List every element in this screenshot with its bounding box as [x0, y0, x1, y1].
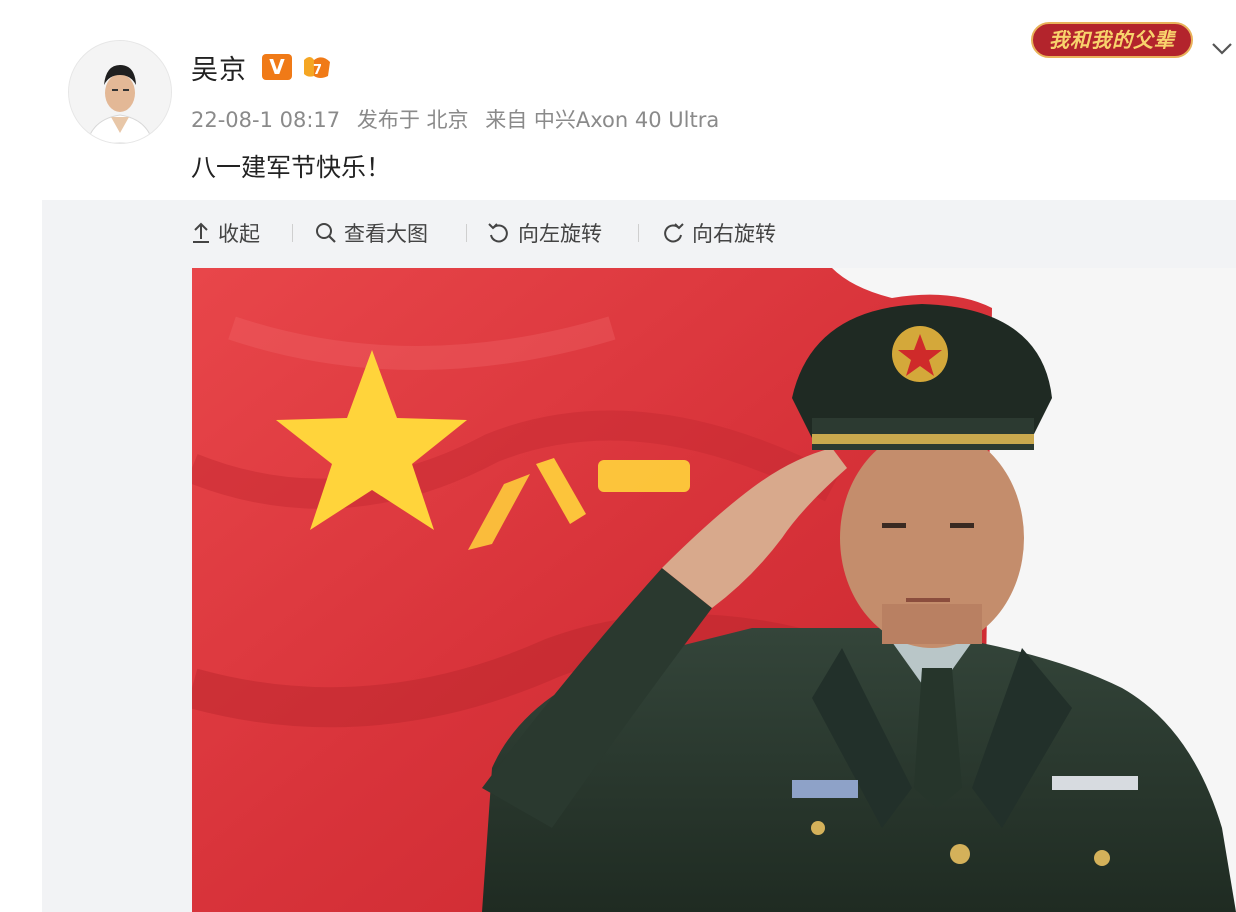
image-toolbar: 收起 查看大图 向左旋转 向右旋转 — [42, 200, 1236, 266]
view-large-button[interactable]: 查看大图 — [314, 200, 428, 266]
post-text: 八一建军节快乐！ — [191, 153, 392, 182]
divider — [292, 224, 293, 242]
rotate-right-icon — [664, 223, 684, 243]
collapse-button[interactable]: 收起 — [190, 200, 260, 266]
view-large-label: 查看大图 — [344, 222, 428, 246]
collapse-arrow-icon — [193, 222, 209, 243]
rotate-right-button[interactable]: 向右旋转 — [660, 200, 776, 266]
rotate-left-button[interactable]: 向左旋转 — [486, 200, 602, 266]
rotate-left-icon — [488, 223, 508, 243]
username[interactable]: 吴京 — [191, 48, 247, 87]
timestamp[interactable]: 22-08-1 08:17 — [191, 108, 340, 132]
weibo-post: 吴京 V 7 22-08-1 08:17 发布于 北京 来自 中兴Axon 40… — [0, 0, 1236, 912]
chevron-down-icon[interactable] — [1210, 38, 1234, 58]
post-image[interactable] — [192, 268, 1236, 912]
topic-badge[interactable]: 我和我的父辈 — [1031, 22, 1193, 58]
salute-photo — [192, 268, 1236, 912]
location: 发布于 北京 — [356, 108, 469, 132]
divider — [466, 224, 467, 242]
rotate-right-label: 向右旋转 — [692, 222, 776, 246]
search-icon — [316, 223, 336, 243]
source-device: 来自 中兴Axon 40 Ultra — [485, 108, 720, 132]
avatar-portrait — [69, 41, 171, 143]
collapse-label: 收起 — [218, 222, 260, 246]
svg-text:7: 7 — [313, 63, 322, 78]
verified-badge: V — [262, 54, 292, 80]
avatar[interactable] — [68, 40, 172, 144]
post-meta: 22-08-1 08:17 发布于 北京 来自 中兴Axon 40 Ultra — [191, 104, 729, 134]
divider — [638, 224, 639, 242]
rotate-left-label: 向左旋转 — [518, 222, 602, 246]
vip-level-icon: 7 — [304, 57, 330, 78]
